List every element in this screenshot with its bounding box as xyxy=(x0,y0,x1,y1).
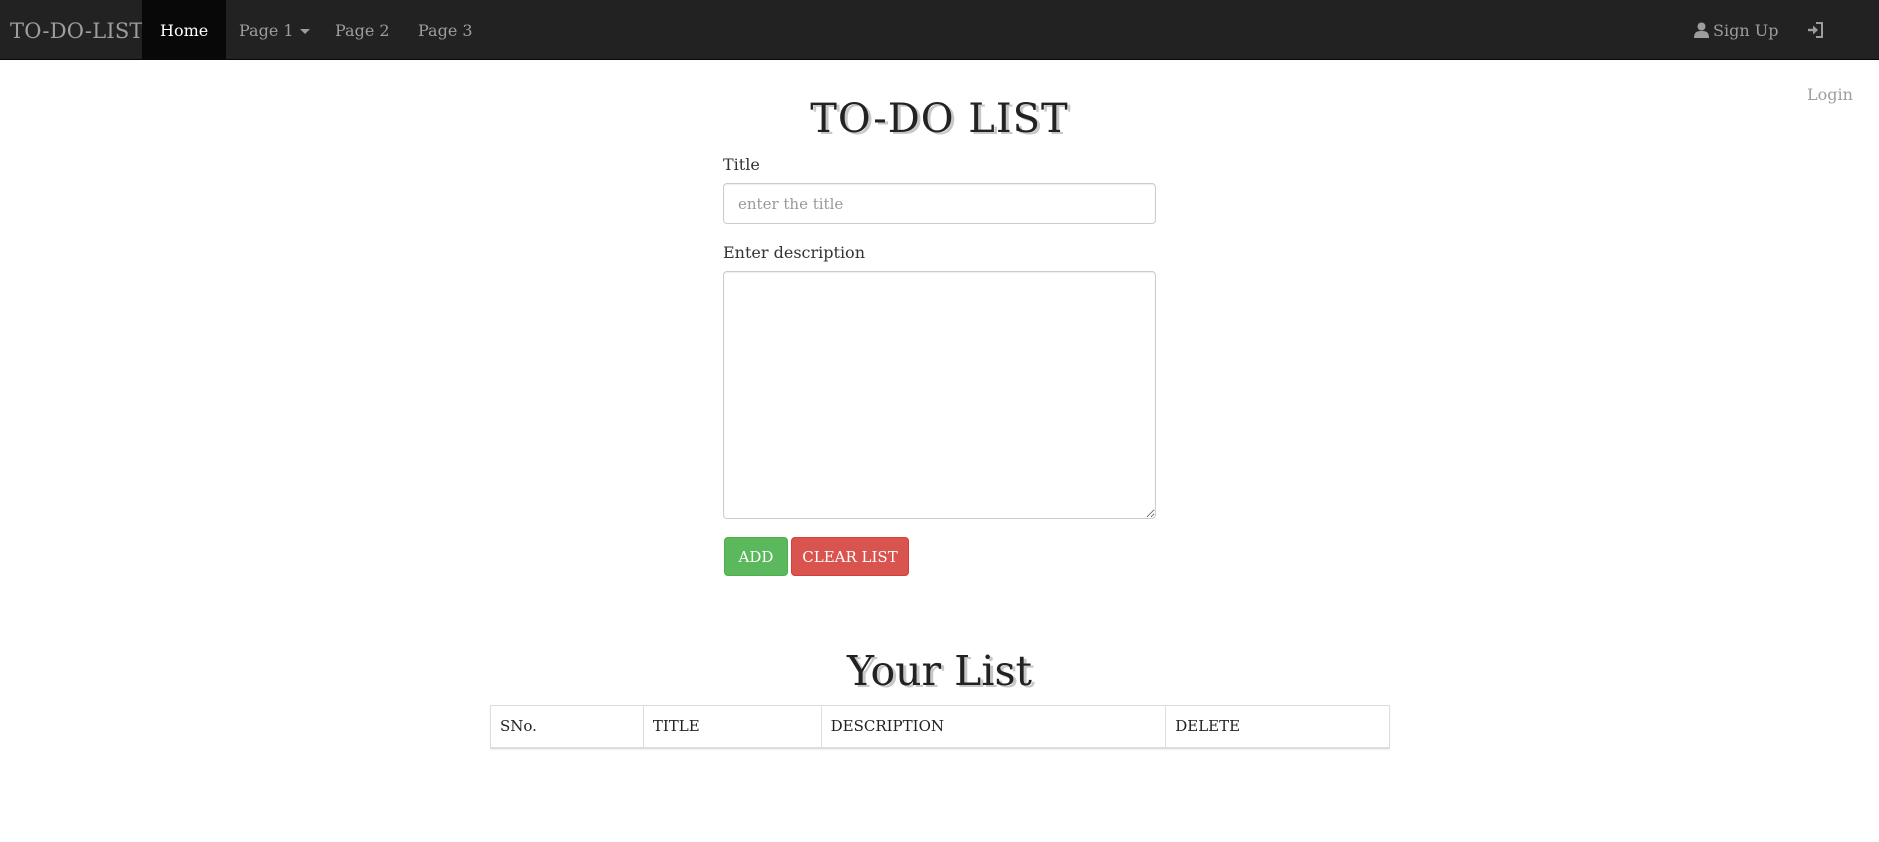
nav-item-page-1-label: Page 1 xyxy=(239,21,294,40)
add-button[interactable]: ADD xyxy=(724,537,788,576)
caret-down-icon xyxy=(299,29,310,34)
nav-item-home[interactable]: Home xyxy=(142,0,227,60)
top-navbar: TO-DO-LIST Home Page 1 Page 2 Page 3 Sig… xyxy=(0,0,1879,104)
description-textarea[interactable] xyxy=(723,271,1156,519)
user-icon xyxy=(1694,2,1709,64)
column-header-title: TITLE xyxy=(642,705,822,749)
column-header-delete: DELETE xyxy=(1165,705,1390,749)
sign-up-label: Sign Up xyxy=(1713,21,1779,40)
nav-item-page-1[interactable]: Page 1 xyxy=(221,0,328,60)
page-title: TO-DO LIST xyxy=(810,96,1069,142)
clear-list-button[interactable]: CLEAR LIST xyxy=(791,537,909,576)
description-label: Enter description xyxy=(723,243,865,262)
column-header-description: DESCRIPTION xyxy=(820,705,1167,749)
nav-item-login[interactable]: Login xyxy=(1789,0,1879,104)
todo-table: SNo. TITLE DESCRIPTION DELETE xyxy=(490,705,1390,749)
nav-item-page-3[interactable]: Page 3 xyxy=(400,0,491,60)
nav-item-page-2[interactable]: Page 2 xyxy=(317,0,408,60)
title-label: Title xyxy=(723,155,760,174)
brand-link[interactable]: TO-DO-LIST xyxy=(10,0,144,60)
login-icon xyxy=(1807,2,1824,64)
table-header-row: SNo. TITLE DESCRIPTION DELETE xyxy=(490,705,1390,749)
title-input[interactable] xyxy=(723,183,1156,224)
list-heading: Your List xyxy=(846,647,1033,695)
nav-item-sign-up[interactable]: Sign Up xyxy=(1676,0,1796,60)
column-header-sno: SNo. xyxy=(490,705,644,749)
